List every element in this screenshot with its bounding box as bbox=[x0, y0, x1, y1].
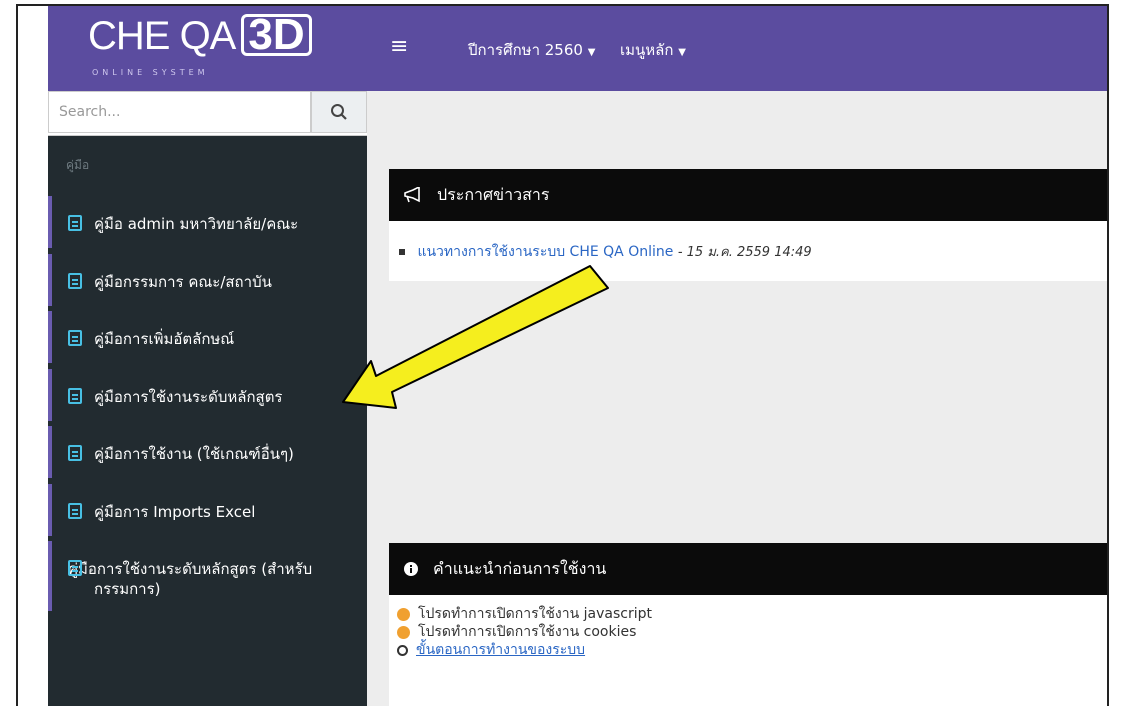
document-icon bbox=[68, 215, 82, 231]
sidebar-item-label: คู่มือการเพิ่มอัตลักษณ์ bbox=[94, 330, 235, 348]
search-button[interactable] bbox=[311, 91, 367, 133]
bullet-icon bbox=[399, 249, 405, 255]
advice-item-workflow: ขั้นตอนการทำงานของระบบ bbox=[397, 641, 1107, 659]
sidebar-item-label: คู่มือกรรมการ คณะ/สถาบัน bbox=[94, 273, 272, 291]
warning-icon bbox=[397, 625, 410, 639]
sidebar-search bbox=[48, 91, 367, 136]
document-icon bbox=[68, 560, 82, 576]
news-panel-title: ประกาศข่าวสาร bbox=[437, 184, 550, 204]
logo-subtitle: ONLINE SYSTEM bbox=[92, 68, 209, 77]
sidebar-item-identity-manual[interactable]: คู่มือการเพิ่มอัตลักษณ์ bbox=[48, 311, 367, 363]
sidebar-item-curriculum-committee-manual[interactable]: คู่มือการใช้งานระดับหลักสูตร (สำหรับกรรม… bbox=[48, 541, 367, 611]
caret-down-icon: ▼ bbox=[587, 47, 596, 58]
document-icon bbox=[68, 388, 82, 404]
info-circle-icon bbox=[403, 561, 419, 577]
main-content: ประกาศข่าวสาร แนวทางการใช้งานระบบ CHE QA… bbox=[367, 91, 1107, 706]
news-panel-body: แนวทางการใช้งานระบบ CHE QA Online - 15 ม… bbox=[389, 221, 1107, 281]
search-input[interactable] bbox=[48, 91, 311, 133]
sidebar-item-curriculum-manual[interactable]: คู่มือการใช้งานระดับหลักสูตร bbox=[48, 369, 367, 421]
advice-panel-header: คำแนะนำก่อนการใช้งาน bbox=[389, 543, 1107, 595]
caret-down-icon: ▼ bbox=[678, 47, 686, 58]
main-menu-label: เมนูหลัก bbox=[620, 41, 674, 59]
warning-icon bbox=[397, 607, 410, 621]
document-icon bbox=[68, 445, 82, 461]
document-icon bbox=[68, 503, 82, 519]
circle-icon bbox=[397, 644, 408, 656]
sidebar-item-label: คู่มือการ Imports Excel bbox=[94, 503, 256, 521]
academic-year-label: ปีการศึกษา 2560 bbox=[468, 41, 583, 59]
advice-item-cookies: โปรดทำการเปิดการใช้งาน cookies bbox=[397, 623, 1107, 641]
advice-panel-title: คำแนะนำก่อนการใช้งาน bbox=[433, 558, 607, 578]
news-link[interactable]: แนวทางการใช้งานระบบ CHE QA Online bbox=[417, 244, 673, 260]
brand-logo[interactable]: CHE QA 3D bbox=[88, 13, 312, 58]
news-panel-header: ประกาศข่าวสาร bbox=[389, 169, 1107, 221]
academic-year-dropdown[interactable]: ปีการศึกษา 2560 ▼ bbox=[468, 38, 595, 62]
advice-text: โปรดทำการเปิดการใช้งาน cookies bbox=[418, 624, 637, 640]
advice-panel-body: โปรดทำการเปิดการใช้งาน javascript โปรดทำ… bbox=[389, 595, 1107, 706]
workflow-link[interactable]: ขั้นตอนการทำงานของระบบ bbox=[416, 641, 585, 659]
document-icon bbox=[68, 273, 82, 289]
menu-toggle-icon[interactable]: ≡ bbox=[390, 36, 408, 58]
sidebar-item-label: คู่มือการใช้งาน (ใช้เกณฑ์อื่นๆ) bbox=[94, 445, 294, 463]
sidebar-item-committee-manual[interactable]: คู่มือกรรมการ คณะ/สถาบัน bbox=[48, 254, 367, 306]
main-menu-dropdown[interactable]: เมนูหลัก ▼ bbox=[620, 38, 686, 62]
news-item: แนวทางการใช้งานระบบ CHE QA Online - 15 ม… bbox=[389, 221, 1107, 281]
top-navbar: CHE QA 3D ONLINE SYSTEM ≡ ปีการศึกษา 2560… bbox=[48, 6, 1107, 91]
logo-main-text: CHE QA bbox=[88, 14, 236, 58]
document-icon bbox=[68, 330, 82, 346]
sidebar-item-label: คู่มือการใช้งานระดับหลักสูตร bbox=[94, 388, 283, 406]
news-date: 15 ม.ค. 2559 14:49 bbox=[686, 245, 812, 260]
advice-text: โปรดทำการเปิดการใช้งาน javascript bbox=[418, 606, 652, 622]
sidebar-item-other-criteria-manual[interactable]: คู่มือการใช้งาน (ใช้เกณฑ์อื่นๆ) bbox=[48, 426, 367, 478]
sidebar: คู่มือ คู่มือ admin มหาวิทยาลัย/คณะ คู่ม… bbox=[48, 91, 367, 706]
sidebar-item-label: คู่มือ admin มหาวิทยาลัย/คณะ bbox=[94, 215, 299, 233]
sidebar-item-import-excel-manual[interactable]: คู่มือการ Imports Excel bbox=[48, 484, 367, 536]
sidebar-item-admin-manual[interactable]: คู่มือ admin มหาวิทยาลัย/คณะ bbox=[48, 196, 367, 248]
search-icon bbox=[331, 104, 347, 120]
advice-item-javascript: โปรดทำการเปิดการใช้งาน javascript bbox=[397, 605, 1107, 623]
logo-3d-text: 3D bbox=[241, 13, 312, 57]
screenshot-frame: CHE QA 3D ONLINE SYSTEM ≡ ปีการศึกษา 2560… bbox=[16, 4, 1109, 706]
bullhorn-icon bbox=[403, 187, 423, 203]
sidebar-item-label: คู่มือการใช้งานระดับหลักสูตร (สำหรับกรรม… bbox=[68, 560, 313, 598]
sidebar-section-label: คู่มือ bbox=[66, 158, 90, 172]
